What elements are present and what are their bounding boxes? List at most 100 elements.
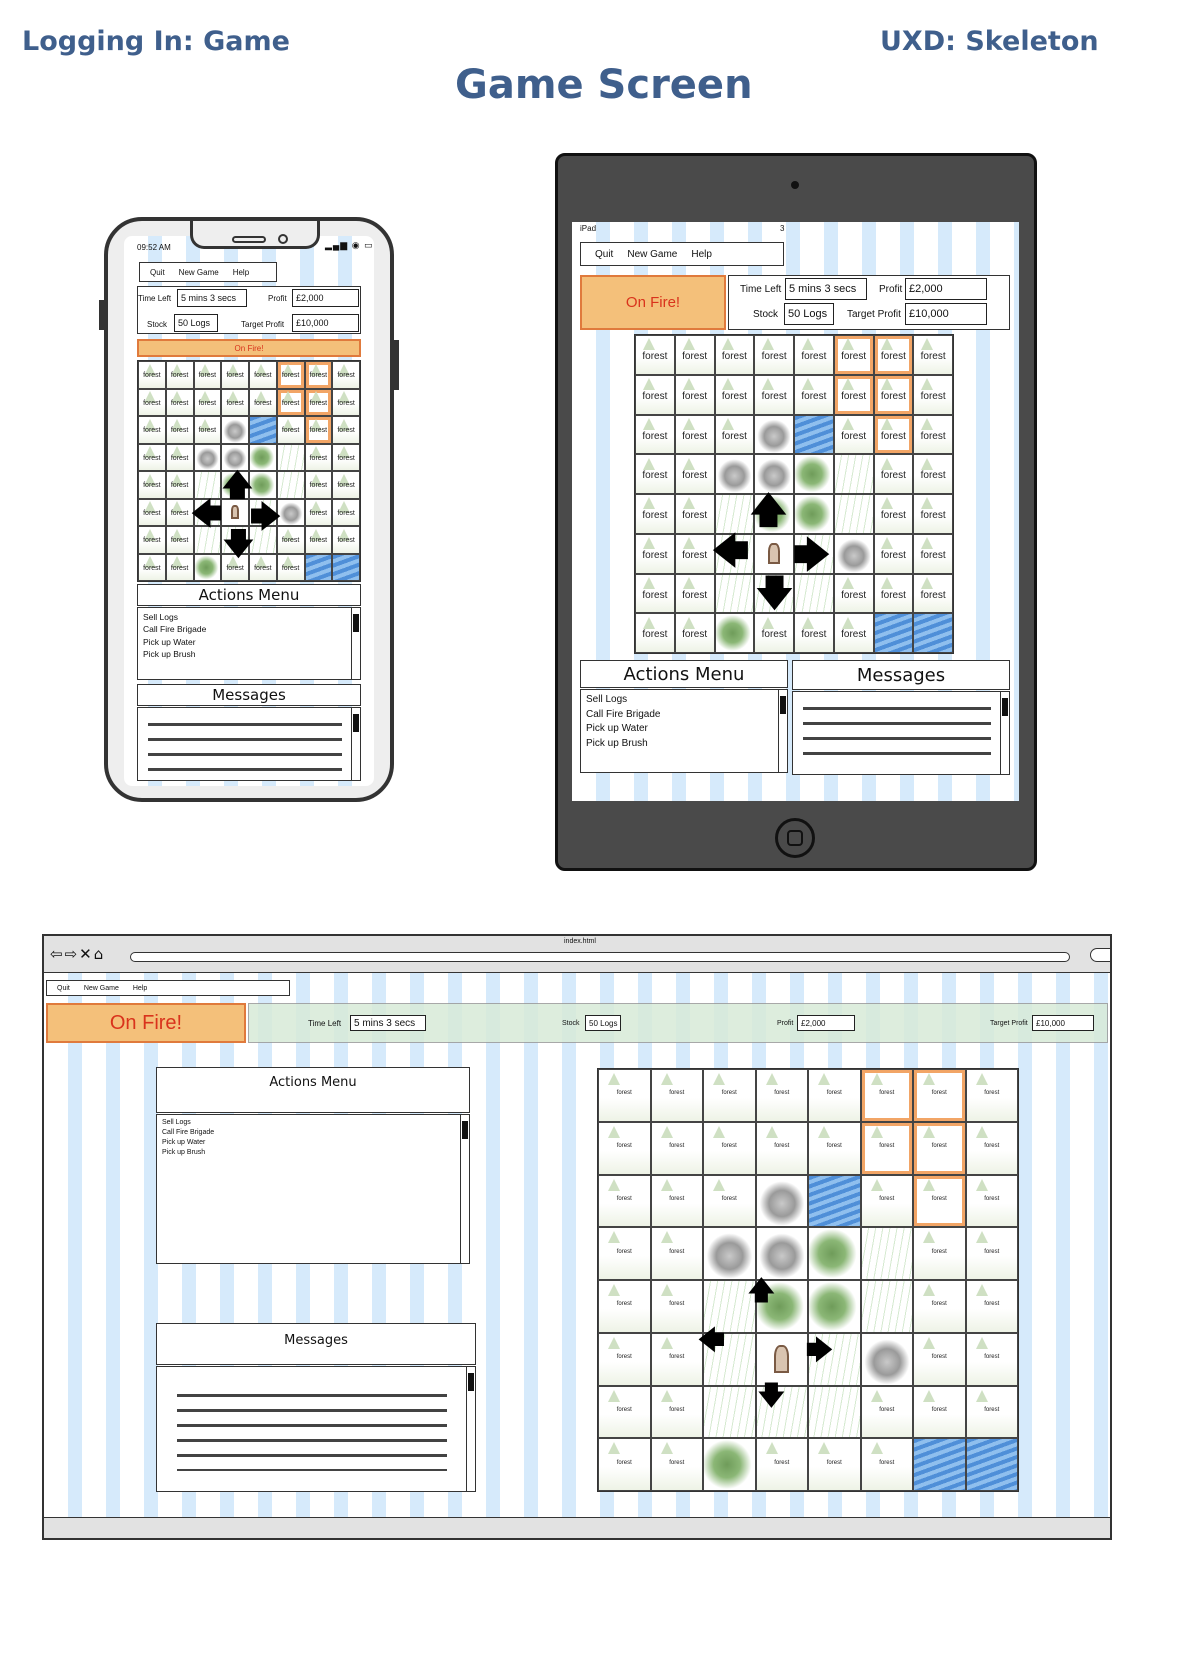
forest-tile[interactable]: forest bbox=[165, 416, 194, 444]
burning-forest-tile[interactable]: forest bbox=[913, 1174, 966, 1228]
forest-tile[interactable]: forest bbox=[714, 335, 755, 375]
grass-tile[interactable] bbox=[703, 1385, 756, 1439]
quit-button[interactable]: Quit bbox=[57, 985, 70, 992]
burning-forest-tile[interactable]: forest bbox=[913, 1121, 966, 1175]
action-pick-up-water[interactable]: Pick up Water bbox=[162, 1138, 464, 1148]
brush-tile[interactable] bbox=[193, 553, 222, 581]
forest-tile[interactable]: forest bbox=[650, 1280, 703, 1333]
forest-tile[interactable]: forest bbox=[965, 1385, 1018, 1439]
forest-tile[interactable]: forest bbox=[965, 1174, 1018, 1228]
forest-tile[interactable]: forest bbox=[221, 361, 249, 389]
burning-forest-tile[interactable]: forest bbox=[873, 335, 914, 375]
forest-tile[interactable]: forest bbox=[755, 1121, 808, 1175]
forest-tile[interactable]: forest bbox=[193, 388, 222, 416]
arrow-up-icon[interactable]: 🡅 bbox=[222, 471, 253, 501]
forest-tile[interactable]: forest bbox=[860, 1438, 913, 1491]
arrow-left-icon[interactable]: 🡄 bbox=[698, 1328, 725, 1354]
action-sell-logs[interactable]: Sell Logs bbox=[162, 1118, 464, 1128]
forest-tile[interactable]: forest bbox=[598, 1121, 651, 1175]
forest-tile[interactable]: forest bbox=[165, 361, 194, 389]
forest-tile[interactable]: forest bbox=[332, 471, 360, 499]
forest-tile[interactable]: forest bbox=[332, 388, 360, 416]
forest-tile[interactable]: forest bbox=[674, 613, 715, 653]
forest-tile[interactable]: forest bbox=[913, 1227, 966, 1280]
forest-tile[interactable]: forest bbox=[650, 1438, 703, 1491]
address-bar[interactable] bbox=[130, 952, 1070, 962]
forest-tile[interactable]: forest bbox=[913, 414, 953, 455]
home-tile[interactable] bbox=[755, 1332, 808, 1386]
forest-tile[interactable]: forest bbox=[703, 1069, 756, 1122]
forest-tile[interactable]: forest bbox=[332, 361, 360, 389]
grass-tile[interactable] bbox=[833, 494, 874, 534]
browser-nav-icons[interactable]: ⇦⇨✕⌂ bbox=[50, 945, 105, 963]
new-game-button[interactable]: New Game bbox=[84, 985, 119, 992]
action-call-fire-brigade[interactable]: Call Fire Brigade bbox=[586, 708, 782, 723]
forest-tile[interactable]: forest bbox=[165, 471, 194, 499]
forest-tile[interactable]: forest bbox=[138, 361, 166, 389]
forest-tile[interactable]: forest bbox=[138, 553, 166, 581]
arrow-left-icon[interactable]: 🡄 bbox=[191, 500, 222, 530]
forest-tile[interactable]: forest bbox=[635, 573, 675, 614]
forest-tile[interactable]: forest bbox=[650, 1121, 703, 1175]
forest-tile[interactable]: forest bbox=[873, 454, 914, 494]
burning-forest-tile[interactable]: forest bbox=[833, 335, 874, 375]
help-button[interactable]: Help bbox=[233, 268, 249, 277]
action-sell-logs[interactable]: Sell Logs bbox=[586, 693, 782, 708]
water-tile[interactable] bbox=[913, 1438, 966, 1491]
brush-tile[interactable] bbox=[808, 1227, 861, 1280]
arrow-down-icon[interactable]: 🡇 bbox=[756, 576, 793, 612]
brush-tile[interactable] bbox=[703, 1438, 756, 1491]
forest-tile[interactable]: forest bbox=[913, 1280, 966, 1333]
new-game-button[interactable]: New Game bbox=[179, 268, 219, 277]
water-tile[interactable] bbox=[332, 553, 360, 581]
forest-tile[interactable]: forest bbox=[965, 1227, 1018, 1280]
forest-tile[interactable]: forest bbox=[714, 414, 755, 455]
messages-scrollbar[interactable] bbox=[1000, 692, 1009, 774]
rock-tile[interactable] bbox=[860, 1332, 913, 1386]
forest-tile[interactable]: forest bbox=[674, 335, 715, 375]
messages-scrollbar[interactable] bbox=[351, 708, 360, 780]
rock-tile[interactable] bbox=[833, 533, 874, 574]
forest-tile[interactable]: forest bbox=[193, 361, 222, 389]
forest-tile[interactable]: forest bbox=[965, 1069, 1018, 1122]
messages-scrollbar[interactable] bbox=[466, 1367, 475, 1491]
forest-tile[interactable]: forest bbox=[635, 454, 675, 494]
forest-tile[interactable]: forest bbox=[808, 1121, 861, 1175]
forest-tile[interactable]: forest bbox=[913, 573, 953, 614]
rock-tile[interactable] bbox=[193, 443, 222, 471]
forest-tile[interactable]: forest bbox=[138, 471, 166, 499]
burning-forest-tile[interactable]: forest bbox=[833, 374, 874, 415]
forest-tile[interactable]: forest bbox=[221, 388, 249, 416]
tablet-game-map[interactable]: forest forest forest forest forest forest fore… bbox=[634, 334, 954, 654]
forest-tile[interactable]: forest bbox=[860, 1174, 913, 1228]
action-pick-up-brush[interactable]: Pick up Brush bbox=[143, 648, 355, 660]
forest-tile[interactable]: forest bbox=[650, 1332, 703, 1386]
forest-tile[interactable]: forest bbox=[276, 553, 305, 581]
forest-tile[interactable]: forest bbox=[913, 533, 953, 574]
forest-tile[interactable]: forest bbox=[598, 1069, 651, 1122]
action-pick-up-water[interactable]: Pick up Water bbox=[143, 636, 355, 648]
forest-tile[interactable]: forest bbox=[873, 494, 914, 534]
arrow-right-icon[interactable]: 🡆 bbox=[250, 503, 281, 533]
forest-tile[interactable]: forest bbox=[703, 1174, 756, 1228]
actions-scrollbar[interactable] bbox=[460, 1115, 469, 1263]
arrow-up-icon[interactable]: 🡅 bbox=[750, 493, 787, 529]
action-sell-logs[interactable]: Sell Logs bbox=[143, 611, 355, 623]
water-tile[interactable] bbox=[808, 1174, 861, 1228]
rock-tile[interactable] bbox=[221, 416, 249, 444]
arrow-up-icon[interactable]: 🡅 bbox=[748, 1278, 775, 1304]
rock-tile[interactable] bbox=[221, 443, 249, 471]
forest-tile[interactable]: forest bbox=[873, 573, 914, 614]
forest-tile[interactable]: forest bbox=[332, 416, 360, 444]
brush-tile[interactable] bbox=[808, 1280, 861, 1333]
grass-tile[interactable] bbox=[833, 454, 874, 494]
forest-tile[interactable]: forest bbox=[674, 494, 715, 534]
forest-tile[interactable]: forest bbox=[913, 494, 953, 534]
grass-tile[interactable] bbox=[193, 471, 222, 499]
forest-tile[interactable]: forest bbox=[165, 388, 194, 416]
action-pick-up-water[interactable]: Pick up Water bbox=[586, 722, 782, 737]
water-tile[interactable] bbox=[873, 613, 914, 653]
forest-tile[interactable]: forest bbox=[674, 374, 715, 415]
forest-tile[interactable]: forest bbox=[138, 498, 166, 526]
arrow-down-icon[interactable]: 🡇 bbox=[758, 1383, 785, 1409]
